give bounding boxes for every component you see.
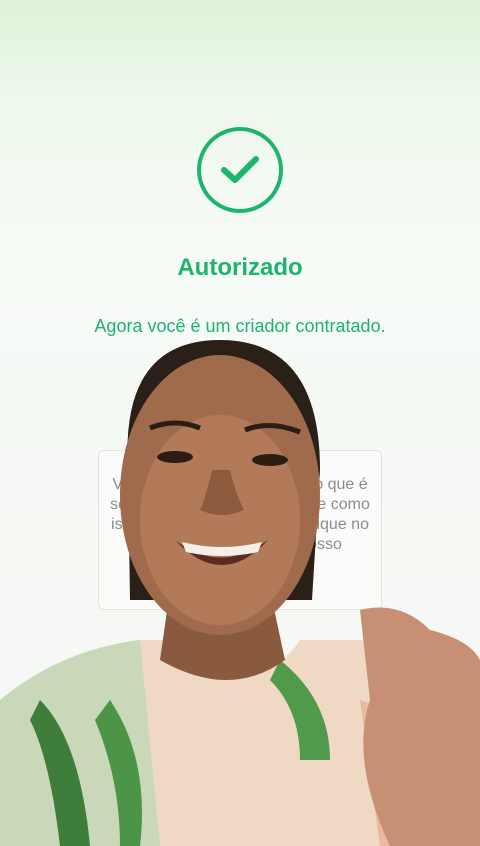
success-check-icon (197, 127, 283, 213)
check-icon (221, 156, 259, 183)
status-title: Autorizado (177, 254, 303, 281)
info-card-text: Veja abaixo um vídeo sobre o que é ser u… (110, 476, 370, 553)
info-card: Veja abaixo um vídeo sobre o que é ser u… (98, 450, 382, 610)
status-message: Agora você é um criador contratado. (94, 316, 386, 336)
